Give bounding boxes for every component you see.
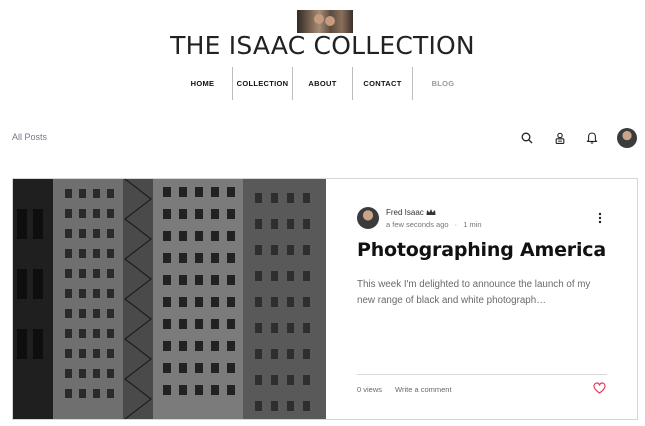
site-title[interactable]: THE ISAAC COLLECTION [0,31,645,60]
building-photo [13,179,326,419]
meta-separator: · [454,220,458,229]
write-comment-link[interactable]: Write a comment [395,385,452,394]
search-icon[interactable] [520,131,534,145]
nav-item-home[interactable]: HOME [173,67,233,100]
author-name[interactable]: Fred Isaac [386,208,424,217]
more-options-icon[interactable] [597,212,603,224]
author-avatar[interactable] [357,207,379,229]
main-navigation: HOME COLLECTION ABOUT CONTACT BLOG [173,67,473,100]
post-meta: a few seconds ago · 1 min [386,220,482,229]
heart-icon[interactable] [593,382,606,394]
site-logo-image[interactable] [297,10,353,33]
view-count: 0 views [357,385,383,394]
notification-bell-icon[interactable] [585,131,599,145]
read-time: 1 min [463,220,482,229]
nav-item-contact[interactable]: CONTACT [353,67,413,100]
post-time: a few seconds ago [386,220,449,229]
nav-item-blog[interactable]: BLOG [413,67,473,100]
member-icon[interactable] [553,131,567,145]
crown-icon [426,209,436,215]
post-cover-image[interactable] [13,179,326,419]
all-posts-link[interactable]: All Posts [12,132,47,142]
profile-avatar[interactable] [617,128,637,148]
card-divider [357,374,607,375]
nav-item-about[interactable]: ABOUT [293,67,353,100]
nav-item-collection[interactable]: COLLECTION [233,67,293,100]
post-excerpt[interactable]: This week I'm delighted to announce the … [357,277,607,309]
post-title[interactable]: Photographing America [357,239,606,261]
post-card[interactable]: Fred Isaac a few seconds ago · 1 min Pho… [12,178,638,420]
